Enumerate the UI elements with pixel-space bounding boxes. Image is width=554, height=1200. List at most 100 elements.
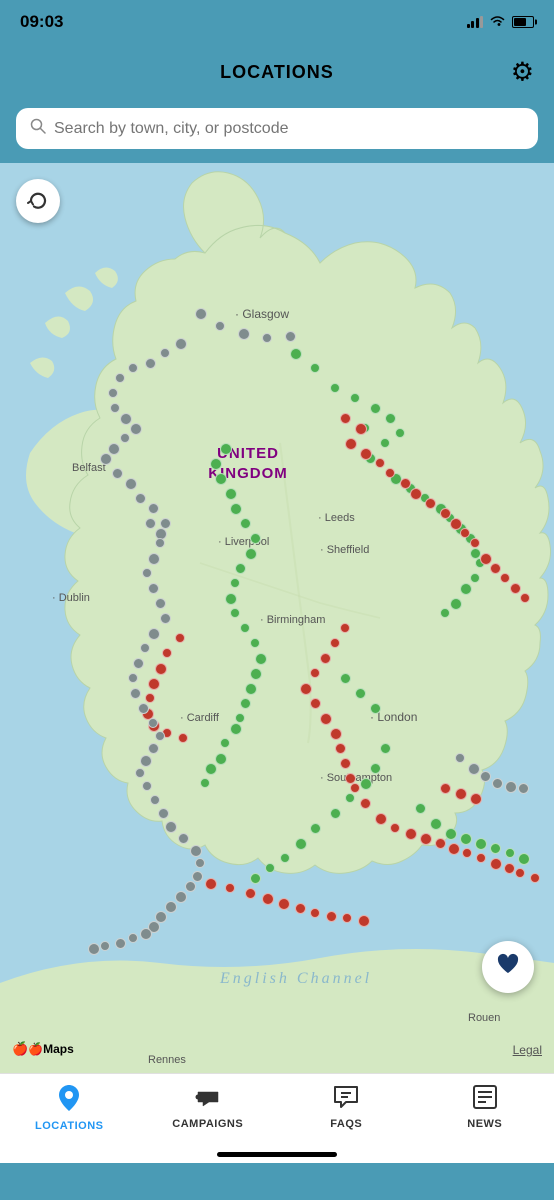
map-dot-green[interactable] bbox=[205, 763, 217, 775]
map-dot-gray[interactable] bbox=[148, 743, 159, 754]
map-dot-gray[interactable] bbox=[238, 328, 250, 340]
map-dot-red[interactable] bbox=[405, 828, 417, 840]
map-dot-gray[interactable] bbox=[158, 808, 169, 819]
map-dot-green[interactable] bbox=[460, 833, 472, 845]
map-dot-gray[interactable] bbox=[142, 568, 152, 578]
map-dot-gray[interactable] bbox=[128, 363, 138, 373]
map-dot-gray[interactable] bbox=[145, 518, 156, 529]
map-dot-gray[interactable] bbox=[195, 308, 207, 320]
map-dot-red[interactable] bbox=[148, 678, 160, 690]
map-dot-red[interactable] bbox=[326, 911, 337, 922]
map-dot-green[interactable] bbox=[265, 863, 275, 873]
map-dot-red[interactable] bbox=[310, 668, 320, 678]
map-dot-gray[interactable] bbox=[175, 891, 187, 903]
map-dot-green[interactable] bbox=[225, 593, 237, 605]
map-dot-gray[interactable] bbox=[148, 503, 159, 514]
map-dot-gray[interactable] bbox=[155, 538, 165, 548]
map-dot-gray[interactable] bbox=[165, 901, 177, 913]
map-dot-gray[interactable] bbox=[518, 783, 529, 794]
map-dot-gray[interactable] bbox=[155, 731, 165, 741]
tab-news[interactable]: NEWS bbox=[416, 1084, 554, 1130]
map-dot-red[interactable] bbox=[295, 903, 306, 914]
map-dot-gray[interactable] bbox=[165, 821, 177, 833]
map-dot-red[interactable] bbox=[504, 863, 515, 874]
map-dot-green[interactable] bbox=[230, 608, 240, 618]
map-dot-gray[interactable] bbox=[455, 753, 465, 763]
map-dot-gray[interactable] bbox=[125, 478, 137, 490]
map-dot-gray[interactable] bbox=[128, 673, 138, 683]
map-dot-green[interactable] bbox=[290, 348, 302, 360]
map-dot-green[interactable] bbox=[310, 823, 321, 834]
map-dot-gray[interactable] bbox=[135, 493, 146, 504]
map-dot-red[interactable] bbox=[510, 583, 521, 594]
map-dot-green[interactable] bbox=[310, 363, 320, 373]
map-dot-green[interactable] bbox=[345, 793, 355, 803]
map-dot-gray[interactable] bbox=[128, 933, 138, 943]
map-dot-green[interactable] bbox=[280, 853, 290, 863]
map-dot-green[interactable] bbox=[250, 533, 261, 544]
map-dot-red[interactable] bbox=[310, 908, 320, 918]
map-dot-gray[interactable] bbox=[178, 833, 189, 844]
map-dot-gray[interactable] bbox=[130, 423, 142, 435]
search-input[interactable] bbox=[54, 120, 524, 138]
map-dot-red[interactable] bbox=[476, 853, 486, 863]
map-dot-red[interactable] bbox=[455, 788, 467, 800]
map-dot-green[interactable] bbox=[450, 598, 462, 610]
map-dot-gray[interactable] bbox=[148, 583, 159, 594]
map-dot-red[interactable] bbox=[330, 638, 340, 648]
map-dot-red[interactable] bbox=[320, 653, 331, 664]
search-bar[interactable] bbox=[16, 108, 538, 149]
map-dot-gray[interactable] bbox=[148, 718, 158, 728]
map-dot-red[interactable] bbox=[470, 538, 480, 548]
map-dot-red[interactable] bbox=[490, 563, 501, 574]
map-dot-green[interactable] bbox=[370, 763, 381, 774]
map-dot-green[interactable] bbox=[250, 873, 261, 884]
map-dot-gray[interactable] bbox=[88, 943, 100, 955]
map-dot-green[interactable] bbox=[210, 458, 222, 470]
map-dot-red[interactable] bbox=[520, 593, 530, 603]
map-dot-green[interactable] bbox=[360, 778, 372, 790]
map-dot-gray[interactable] bbox=[492, 778, 503, 789]
map-dot-gray[interactable] bbox=[100, 941, 110, 951]
map-dot-red[interactable] bbox=[385, 468, 395, 478]
map-dot-green[interactable] bbox=[215, 473, 227, 485]
map-dot-red[interactable] bbox=[162, 648, 172, 658]
map-dot-green[interactable] bbox=[245, 548, 257, 560]
map-dot-green[interactable] bbox=[470, 573, 480, 583]
map-dot-red[interactable] bbox=[330, 728, 342, 740]
map-dot-red[interactable] bbox=[205, 878, 217, 890]
map-dot-green[interactable] bbox=[215, 753, 227, 765]
map-dot-gray[interactable] bbox=[110, 403, 120, 413]
map-dot-red[interactable] bbox=[340, 413, 351, 424]
tab-locations[interactable]: LOCATIONS bbox=[0, 1084, 139, 1132]
map-dot-gray[interactable] bbox=[262, 333, 272, 343]
map-dot-gray[interactable] bbox=[190, 845, 202, 857]
map-dot-gray[interactable] bbox=[108, 443, 120, 455]
map-dot-gray[interactable] bbox=[120, 433, 130, 443]
map-dot-gray[interactable] bbox=[480, 771, 491, 782]
map-dot-green[interactable] bbox=[240, 698, 251, 709]
map-dot-red[interactable] bbox=[335, 743, 346, 754]
map-dot-green[interactable] bbox=[475, 838, 487, 850]
map-dot-red[interactable] bbox=[245, 888, 256, 899]
map-dot-gray[interactable] bbox=[115, 373, 125, 383]
map-dot-red[interactable] bbox=[490, 858, 502, 870]
map-dot-red[interactable] bbox=[440, 783, 451, 794]
map-dot-green[interactable] bbox=[370, 703, 381, 714]
map-dot-gray[interactable] bbox=[195, 858, 205, 868]
map-dot-red[interactable] bbox=[440, 508, 451, 519]
map-dot-green[interactable] bbox=[340, 673, 351, 684]
map-dot-gray[interactable] bbox=[150, 795, 160, 805]
map-dot-red[interactable] bbox=[360, 798, 371, 809]
map-dot-red[interactable] bbox=[435, 838, 446, 849]
map-dot-red[interactable] bbox=[450, 518, 462, 530]
map-dot-red[interactable] bbox=[530, 873, 540, 883]
map-dot-gray[interactable] bbox=[112, 468, 123, 479]
map-dot-green[interactable] bbox=[460, 583, 472, 595]
map-dot-red[interactable] bbox=[462, 848, 472, 858]
map-dot-red[interactable] bbox=[278, 898, 290, 910]
map-dot-red[interactable] bbox=[145, 693, 155, 703]
map-dot-green[interactable] bbox=[230, 723, 242, 735]
map-dot-red[interactable] bbox=[390, 823, 400, 833]
map-dot-gray[interactable] bbox=[192, 871, 203, 882]
